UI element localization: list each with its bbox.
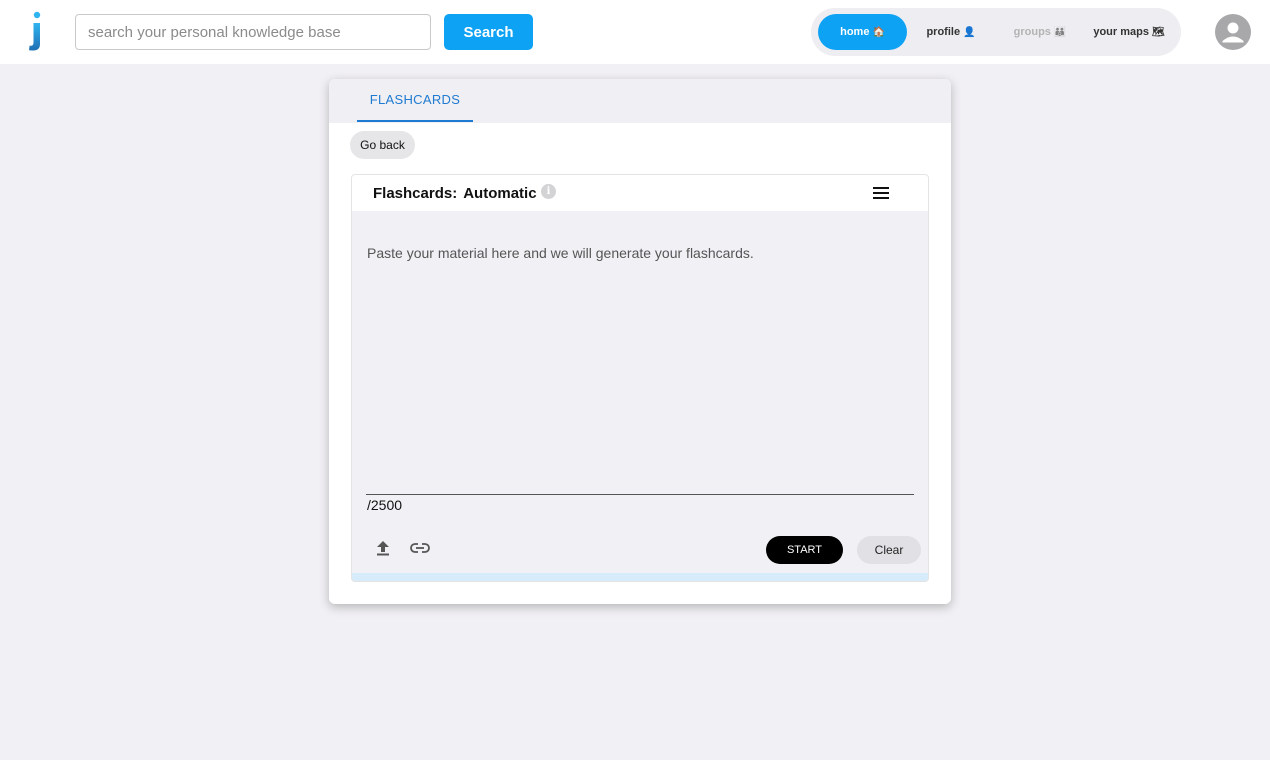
nav-groups-label: groups — [1013, 26, 1051, 38]
search-input[interactable] — [75, 14, 431, 50]
info-icon[interactable]: i — [541, 184, 556, 199]
tab-bar: FLASHCARDS — [329, 79, 951, 123]
user-avatar-icon[interactable] — [1215, 14, 1251, 50]
go-back-button[interactable]: Go back — [350, 131, 415, 159]
clear-button[interactable]: Clear — [857, 536, 921, 564]
material-textarea[interactable] — [366, 237, 914, 495]
character-counter: /2500 — [367, 497, 403, 513]
search-button[interactable]: Search — [444, 14, 533, 50]
tab-flashcards[interactable]: FLASHCARDS — [357, 79, 473, 122]
person-icon: 👤 — [963, 26, 976, 38]
hamburger-menu-icon[interactable] — [871, 185, 893, 201]
flashcards-panel: Flashcards: Automatic i /2500 START Clear — [351, 174, 929, 582]
panel-title-label: Flashcards: — [373, 185, 458, 202]
nav-your-maps[interactable]: your maps 🗺 — [1087, 14, 1171, 50]
family-icon: 👪 — [1053, 26, 1067, 38]
top-bar: Search home 🏠 profile 👤 groups 👪 your ma… — [0, 0, 1270, 64]
panel-title: Flashcards: Automatic — [373, 185, 537, 202]
panel-header: Flashcards: Automatic i — [352, 175, 928, 211]
nav-profile-label: profile — [926, 26, 961, 38]
nav-home[interactable]: home 🏠 — [818, 14, 907, 50]
nav-home-label: home — [840, 26, 870, 38]
flashcards-card: FLASHCARDS Go back Flashcards: Automatic … — [329, 79, 951, 604]
nav-groups[interactable]: groups 👪 — [1003, 14, 1077, 50]
main-nav: home 🏠 profile 👤 groups 👪 your maps 🗺 — [811, 8, 1181, 56]
flashcard-mode: Automatic — [463, 185, 537, 202]
map-icon: 🗺 — [1151, 26, 1165, 38]
nav-profile[interactable]: profile 👤 — [916, 14, 986, 50]
house-icon: 🏠 — [872, 26, 885, 38]
j-logo-icon[interactable] — [24, 10, 46, 52]
nav-your-maps-label: your maps — [1093, 26, 1149, 38]
progress-track — [352, 573, 928, 581]
link-icon[interactable] — [409, 541, 431, 555]
start-button[interactable]: START — [766, 536, 843, 564]
upload-icon[interactable] — [375, 540, 391, 556]
